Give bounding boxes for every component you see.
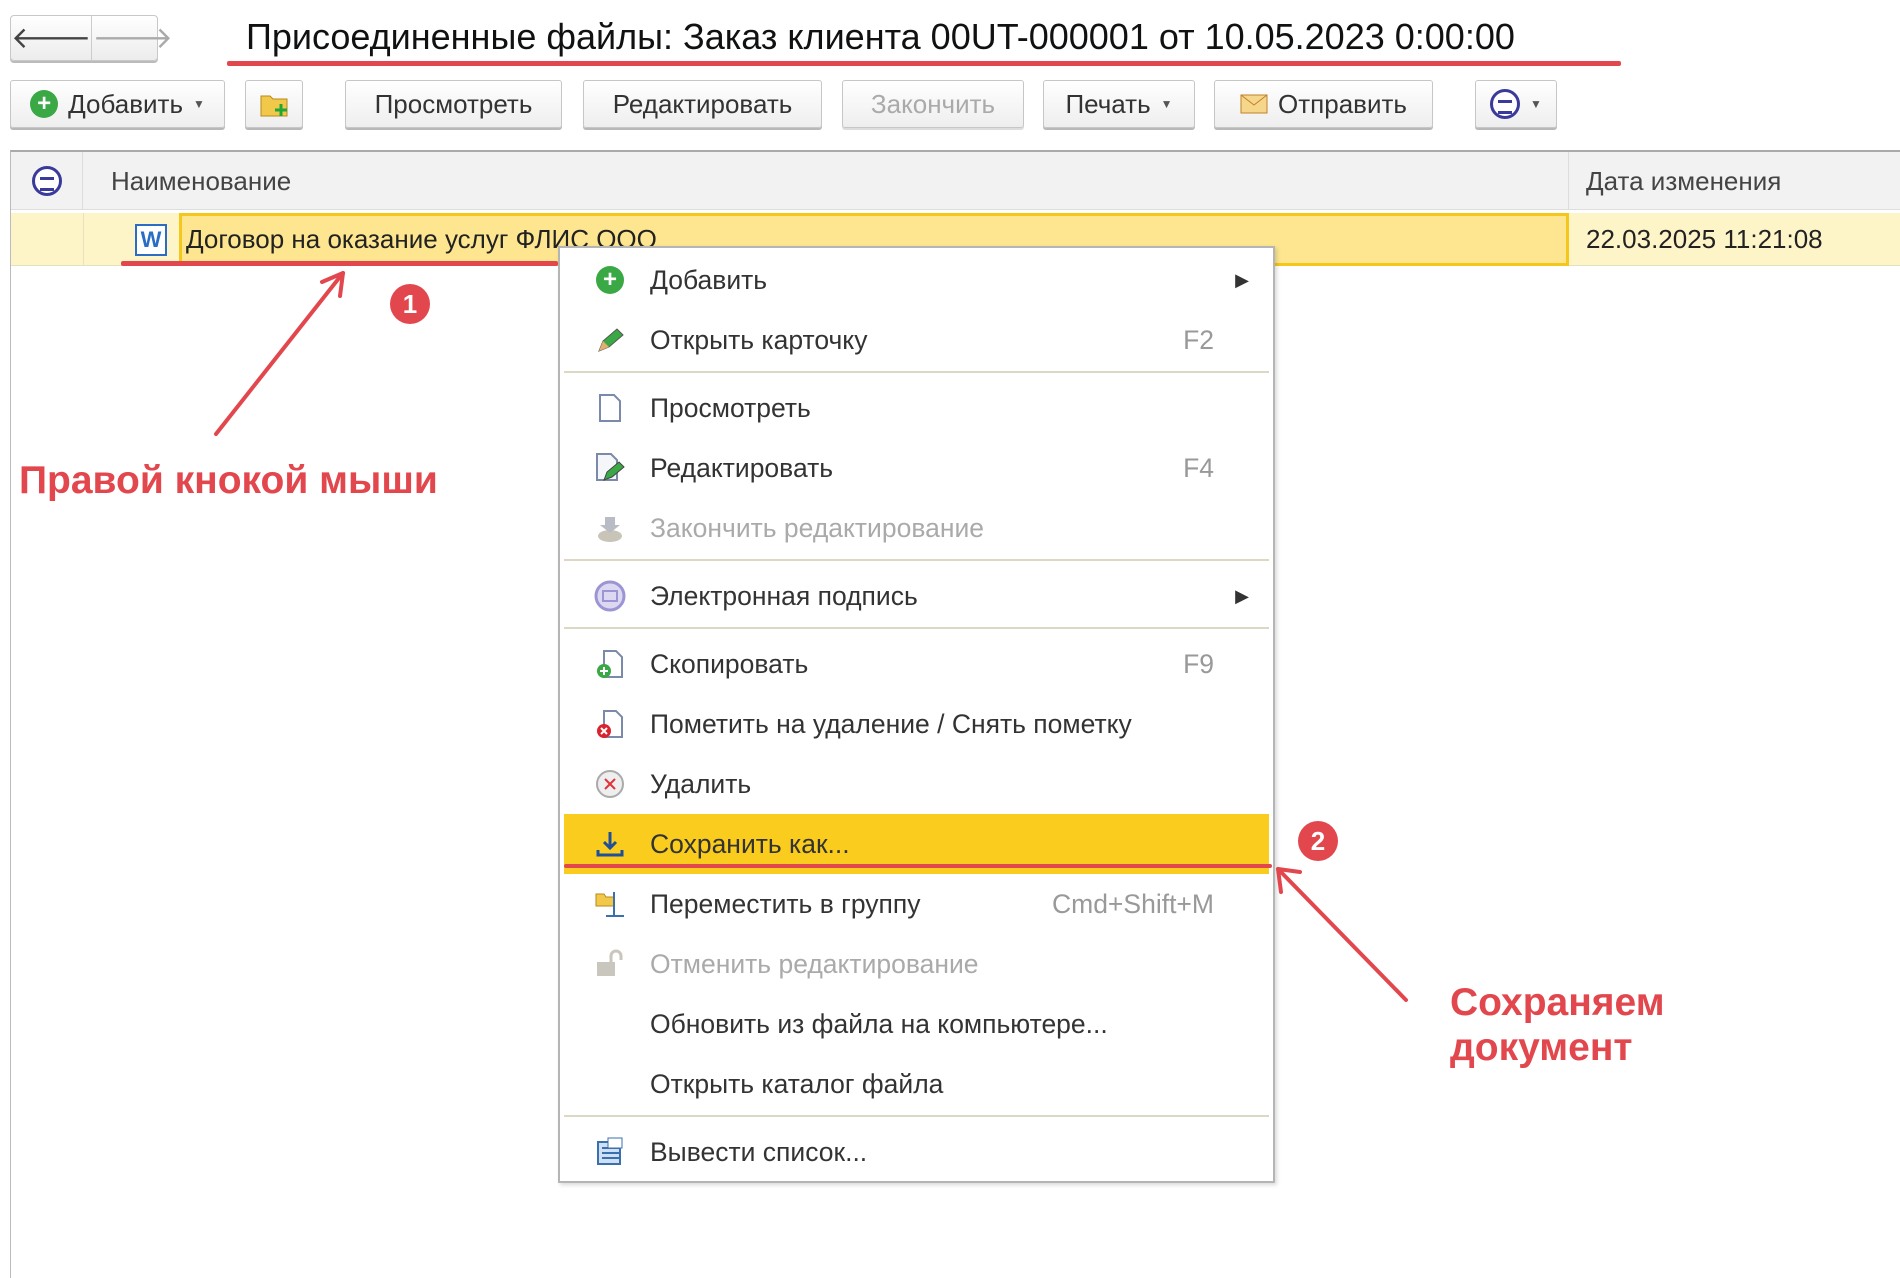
mark-delete-icon xyxy=(592,706,628,742)
menu-separator xyxy=(564,627,1269,629)
chevron-down-icon: ▼ xyxy=(1530,97,1542,111)
add-label: Добавить xyxy=(68,88,183,119)
edit-button[interactable]: Редактировать xyxy=(583,80,822,128)
menu-item-move-to-group[interactable]: Переместить в группу Cmd+Shift+M xyxy=(564,874,1269,934)
menu-item-label: Скопировать xyxy=(650,648,809,679)
document-icon xyxy=(592,390,628,426)
menu-item-digital-signature[interactable]: Электронная подпись ▶ xyxy=(564,566,1269,626)
forward-button[interactable]: 🡒 xyxy=(91,16,173,60)
table-header: Наименование Дата изменения xyxy=(11,152,1900,210)
modified-column-header[interactable]: Дата изменения xyxy=(1569,152,1900,210)
menu-item-label: Переместить в группу xyxy=(650,888,921,919)
row-underline-annotation xyxy=(121,261,558,266)
menu-item-shortcut: Cmd+Shift+M xyxy=(1051,888,1214,919)
add-folder-button[interactable] xyxy=(245,80,303,128)
menu-item-label: Сохранить как... xyxy=(650,828,850,859)
finish-editing-icon xyxy=(592,510,628,546)
menu-item-mark-delete[interactable]: Пометить на удаление / Снять пометку xyxy=(564,694,1269,754)
menu-item-shortcut: F2 xyxy=(1183,324,1214,355)
download-icon xyxy=(592,826,628,862)
menu-item-item-12[interactable]: Обновить из файла на компьютере... xyxy=(564,994,1269,1054)
send-button[interactable]: Отправить xyxy=(1214,80,1433,128)
signature-column-header[interactable] xyxy=(11,152,83,210)
menu-item-delete[interactable]: Удалить xyxy=(564,754,1269,814)
context-menu: + Добавить ▶ Открыть карточку F2 Просмотреть Р… xyxy=(558,246,1275,1183)
menu-item-finish-editing[interactable]: Закончить редактирование xyxy=(564,498,1269,558)
annotation-save-line1: Сохраняем xyxy=(1450,981,1665,1024)
envelope-icon xyxy=(1240,94,1268,114)
digital-signature-icon xyxy=(31,166,62,196)
menu-item-label: Вывести список... xyxy=(650,1136,868,1167)
menu-separator xyxy=(564,1115,1269,1117)
send-label: Отправить xyxy=(1278,88,1407,119)
chevron-down-icon: ▼ xyxy=(193,97,205,111)
name-column-header[interactable]: Наименование xyxy=(83,152,1569,210)
annotation-save-line2: документ xyxy=(1450,1026,1633,1069)
step-badge-2: 2 xyxy=(1298,821,1338,861)
digital-signature-icon xyxy=(592,578,628,614)
pencil-icon xyxy=(592,322,628,358)
menu-item-label: Обновить из файла на компьютере... xyxy=(650,1008,1108,1039)
menu-item-document[interactable]: Просмотреть xyxy=(564,378,1269,438)
menu-item-edit-document[interactable]: Редактировать F4 xyxy=(564,438,1269,498)
menu-item-add[interactable]: + Добавить ▶ xyxy=(564,250,1269,310)
save-as-underline-annotation xyxy=(564,864,1272,868)
title-underline-annotation xyxy=(227,61,1621,66)
navigation-buttons: 🡐 🡒 xyxy=(10,15,173,61)
menu-item-output-list[interactable]: Вывести список... xyxy=(564,1122,1269,1182)
add-button[interactable]: + Добавить ▼ xyxy=(10,80,225,128)
menu-item-label: Отменить редактирование xyxy=(650,948,979,979)
menu-item-label: Добавить xyxy=(650,264,768,295)
submenu-arrow-icon: ▶ xyxy=(1235,585,1249,606)
print-button[interactable]: Печать ▼ xyxy=(1043,80,1195,128)
back-button[interactable]: 🡐 xyxy=(11,16,91,60)
annotation-right-click: Правой кнокой мыши xyxy=(19,459,438,502)
menu-item-label: Открыть каталог файла xyxy=(650,1068,944,1099)
output-list-icon xyxy=(592,1134,628,1170)
menu-item-label: Закончить редактирование xyxy=(650,512,985,543)
menu-item-label: Пометить на удаление / Снять пометку xyxy=(650,708,1132,739)
delete-icon xyxy=(592,766,628,802)
menu-item-item-13[interactable]: Открыть каталог файла xyxy=(564,1054,1269,1114)
add-icon: + xyxy=(592,262,628,298)
digital-signature-icon xyxy=(1490,89,1521,119)
menu-item-label: Открыть карточку xyxy=(650,324,868,355)
menu-item-copy[interactable]: Скопировать F9 xyxy=(564,634,1269,694)
window-title: Присоединенные файлы: Заказ клиента 00UT… xyxy=(246,16,1515,57)
chevron-down-icon: ▼ xyxy=(1160,97,1173,111)
step-badge-1: 1 xyxy=(390,284,430,324)
finish-button[interactable]: Закончить xyxy=(842,80,1024,128)
menu-item-unlock[interactable]: Отменить редактирование xyxy=(564,934,1269,994)
menu-item-label: Редактировать xyxy=(650,452,834,483)
edit-document-icon xyxy=(592,450,628,486)
submenu-arrow-icon: ▶ xyxy=(1235,269,1249,290)
add-icon: + xyxy=(30,90,59,118)
menu-item-label: Электронная подпись xyxy=(650,580,918,611)
menu-separator xyxy=(564,559,1269,561)
copy-icon xyxy=(592,646,628,682)
modified-date: 22.03.2025 11:21:08 xyxy=(1586,224,1823,254)
menu-item-label: Просмотреть xyxy=(650,392,811,423)
move-to-group-icon xyxy=(592,886,628,922)
menu-item-shortcut: F9 xyxy=(1183,648,1214,679)
menu-item-shortcut: F4 xyxy=(1183,452,1214,483)
menu-item-label: Удалить xyxy=(650,768,752,799)
word-file-icon: W xyxy=(135,224,167,256)
unlock-icon xyxy=(592,946,628,982)
view-button[interactable]: Просмотреть xyxy=(345,80,562,128)
print-label: Печать xyxy=(1065,88,1151,119)
menu-separator xyxy=(564,371,1269,373)
menu-item-pencil[interactable]: Открыть карточку F2 xyxy=(564,310,1269,370)
folder-add-icon xyxy=(260,95,288,117)
digital-signature-menu-button[interactable]: ▼ xyxy=(1475,80,1557,128)
